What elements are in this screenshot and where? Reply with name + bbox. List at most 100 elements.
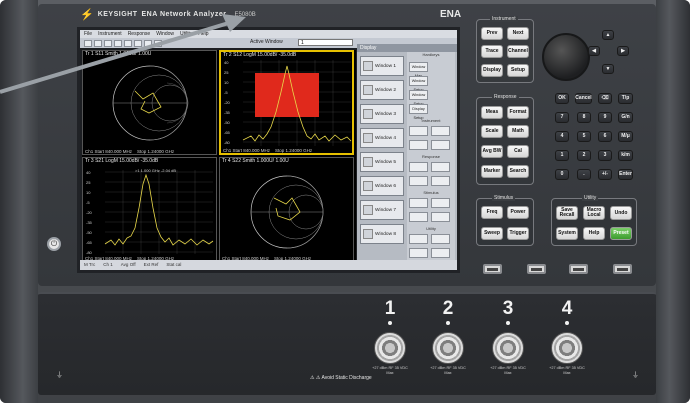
softkey-button[interactable]: [409, 176, 428, 186]
window-4-button[interactable]: Window 4: [360, 128, 404, 148]
scale-key[interactable]: Scale: [481, 125, 503, 138]
cancel-key[interactable]: Cancel: [575, 93, 592, 104]
test-port-1[interactable]: [374, 332, 406, 364]
preset-key[interactable]: Preset: [610, 227, 632, 240]
power-button[interactable]: ⏻: [47, 237, 61, 251]
trace-window-4[interactable]: Tr 4 S22 Smith 1.000U/ 1.00U Ch1 Start 8…: [219, 157, 354, 262]
num-key-0[interactable]: 0: [555, 169, 569, 180]
test-port-4[interactable]: [551, 332, 583, 364]
window-7-button[interactable]: Window 7: [360, 200, 404, 220]
utility-label: Utility: [582, 195, 599, 201]
softkey-button[interactable]: Display Setup: [409, 104, 428, 120]
math-key[interactable]: Math: [507, 125, 529, 138]
arrow-up-key[interactable]: ▲: [602, 30, 614, 40]
trace-window-3[interactable]: >1 1.000 GHz -2.04 dB 40 25 10 -5 -20 -3…: [82, 157, 217, 262]
arrow-left-key[interactable]: ◀: [588, 46, 600, 56]
system-key[interactable]: System: [556, 227, 578, 240]
window-2-button[interactable]: Window 2: [360, 80, 404, 100]
num-key-1[interactable]: 1: [555, 150, 569, 161]
setup-key[interactable]: Setup: [507, 64, 529, 77]
num-key-5[interactable]: 5: [577, 131, 591, 142]
help-key[interactable]: Help: [583, 227, 605, 240]
logmag-chart-3: >1 1.000 GHz -2.04 dB 40 25 10 -5 -20 -3…: [86, 168, 214, 255]
unit-key-m-u[interactable]: M/μ: [618, 131, 633, 142]
softkey-button[interactable]: [431, 126, 450, 136]
marker-key[interactable]: Marker: [481, 165, 503, 178]
num-key-9[interactable]: 9: [598, 112, 612, 123]
window-button-label: Window 2: [375, 87, 397, 93]
arrow-right-key[interactable]: ▶: [617, 46, 629, 56]
softkey-button[interactable]: Window Setup: [409, 90, 428, 106]
softkey-button[interactable]: Window Setup: [409, 76, 428, 92]
arrow-down-key[interactable]: ▼: [602, 64, 614, 74]
softkey-header: Hardkeys: [422, 52, 440, 57]
backspace-key[interactable]: ⌫: [598, 93, 612, 104]
softkey-button[interactable]: [409, 126, 428, 136]
softkey-button[interactable]: [409, 140, 428, 150]
test-port-2[interactable]: [432, 332, 464, 364]
unit-key-k-m[interactable]: k/m: [618, 150, 633, 161]
num-key-4[interactable]: 4: [555, 131, 569, 142]
window-6-button[interactable]: Window 6: [360, 176, 404, 196]
trace-stop: Stop 1.24000 GHz: [137, 149, 175, 154]
right-handle: [656, 0, 690, 403]
softkey-button[interactable]: [431, 176, 450, 186]
avg-bw-key[interactable]: Avg BW: [481, 145, 503, 158]
softkey-button[interactable]: [431, 248, 450, 258]
power-icon: ⏻: [50, 239, 58, 248]
num-key-2[interactable]: 2: [577, 150, 591, 161]
sweep-key[interactable]: Sweep: [481, 227, 503, 240]
softkey-button[interactable]: [409, 234, 428, 244]
num-key-3[interactable]: 3: [598, 150, 612, 161]
save-recall-key[interactable]: Save Recall: [556, 206, 578, 220]
softkey-button[interactable]: [431, 162, 450, 172]
window-3-button[interactable]: Window 3: [360, 104, 404, 124]
format-key[interactable]: Format: [507, 106, 529, 119]
rotary-knob[interactable]: [542, 33, 590, 81]
window-5-button[interactable]: Window 5: [360, 152, 404, 172]
arrow-left-icon: ◀: [592, 47, 596, 54]
display-panel: Display Window 1 Window 2 Window 3 Windo…: [357, 44, 457, 264]
unit-key-g-n[interactable]: G/n: [618, 112, 633, 123]
sign-key[interactable]: +/-: [598, 169, 612, 180]
softkey-button[interactable]: [431, 198, 450, 208]
power-key[interactable]: Power: [507, 206, 529, 219]
enter-key[interactable]: Enter: [618, 169, 633, 180]
status-item: Ext Ref: [143, 262, 159, 267]
usb-port: [527, 264, 546, 274]
cal-key[interactable]: Cal: [507, 145, 529, 158]
softkey-button[interactable]: [409, 198, 428, 208]
ok-key[interactable]: OK: [555, 93, 569, 104]
meas-key[interactable]: Meas: [481, 106, 503, 119]
softkey-button[interactable]: [431, 212, 450, 222]
ground-icon: ⏚: [632, 372, 639, 379]
num-key-7[interactable]: 7: [555, 112, 569, 123]
softkey-button[interactable]: [431, 234, 450, 244]
trace-key[interactable]: Trace: [481, 45, 503, 58]
decimal-key[interactable]: .: [577, 169, 591, 180]
window-button-label: Window 5: [375, 159, 397, 165]
tp-key[interactable]: T/p: [618, 93, 633, 104]
softkey-button[interactable]: [409, 162, 428, 172]
trigger-key[interactable]: Trigger: [507, 227, 529, 240]
test-port-3[interactable]: [492, 332, 524, 364]
trace-stop: Stop 1.24000 GHz: [275, 148, 313, 153]
freq-key[interactable]: Freq: [481, 206, 503, 219]
prev-key[interactable]: Prev: [481, 27, 503, 40]
port-indicator: [565, 321, 569, 325]
softkey-button[interactable]: Window Max: [409, 62, 428, 78]
num-key-6[interactable]: 6: [598, 131, 612, 142]
softkey-button[interactable]: [409, 212, 428, 222]
window-8-button[interactable]: Window 8: [360, 224, 404, 244]
search-key[interactable]: Search: [507, 165, 529, 178]
window-1-button[interactable]: Window 1: [360, 56, 404, 76]
num-key-8[interactable]: 8: [577, 112, 591, 123]
undo-key[interactable]: Undo: [610, 206, 632, 220]
display-key[interactable]: Display: [481, 64, 503, 77]
softkey-button[interactable]: [431, 140, 450, 150]
macro-local-key[interactable]: Macro Local: [583, 206, 605, 220]
active-window-select[interactable]: 1: [298, 39, 353, 46]
softkey-button[interactable]: [409, 248, 428, 258]
channel-key[interactable]: Channel: [507, 45, 529, 58]
next-key[interactable]: Next: [507, 27, 529, 40]
